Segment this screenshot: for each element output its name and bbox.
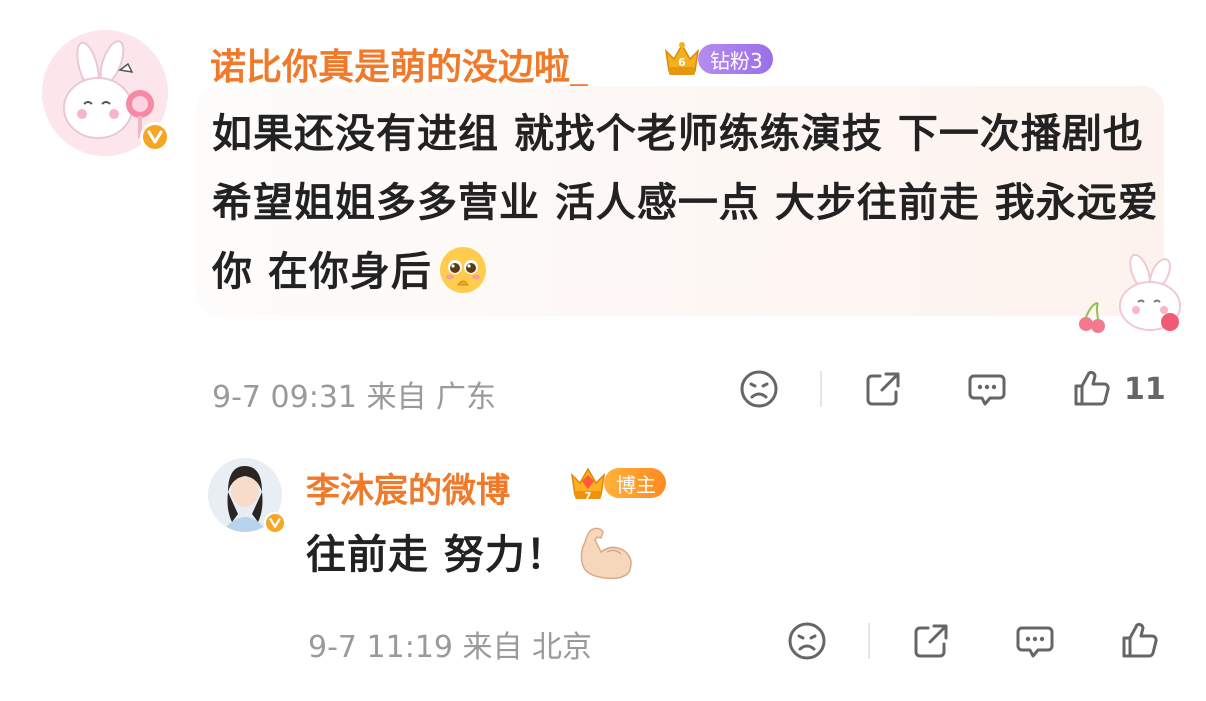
flexed-biceps-icon [580, 527, 632, 580]
comment-meta: 9-7 09:31 来自 广东 [212, 380, 497, 415]
divider [820, 371, 822, 407]
dislike-face-icon[interactable] [786, 620, 828, 662]
fan-badge[interactable]: 6 钻粉3 [660, 42, 773, 76]
dislike-face-icon[interactable] [738, 368, 780, 410]
crown-icon: 6 [664, 42, 700, 75]
like-thumb-icon[interactable] [1118, 620, 1160, 662]
share-icon[interactable] [862, 368, 904, 410]
author-badge[interactable]: 7 博主 [566, 466, 666, 502]
crown-icon: 7 [570, 467, 606, 502]
verified-badge-icon [140, 122, 170, 152]
badge-label: 博主 [616, 472, 656, 497]
reply-text[interactable]: 往前走 努力！ [306, 520, 641, 590]
username[interactable]: 诺比你真是萌的没边啦_ [210, 38, 588, 90]
share-icon[interactable] [910, 620, 952, 662]
reply-meta: 9-7 11:19 来自 北京 [308, 630, 593, 665]
comment-icon[interactable] [966, 368, 1008, 410]
badge-label: 钻粉3 [710, 48, 763, 73]
verified-badge-icon [264, 512, 286, 534]
avatar[interactable] [42, 30, 170, 156]
divider [868, 623, 870, 659]
comment-icon[interactable] [1014, 620, 1056, 662]
like-thumb-icon[interactable] [1070, 368, 1112, 410]
reply-avatar[interactable] [208, 458, 286, 534]
reply-username[interactable]: 李沐宸的微博 [306, 463, 510, 512]
like-count: 11 [1124, 371, 1166, 407]
svg-text:6: 6 [678, 56, 686, 69]
bunny-sticker-icon [1079, 253, 1181, 333]
comment-text[interactable]: 如果还没有进组 就找个老师练练演技 下一次播剧也希望姐姐多多营业 活人感一点 大… [212, 100, 1162, 307]
pleading-face-icon [439, 247, 486, 293]
svg-text:7: 7 [585, 491, 592, 502]
